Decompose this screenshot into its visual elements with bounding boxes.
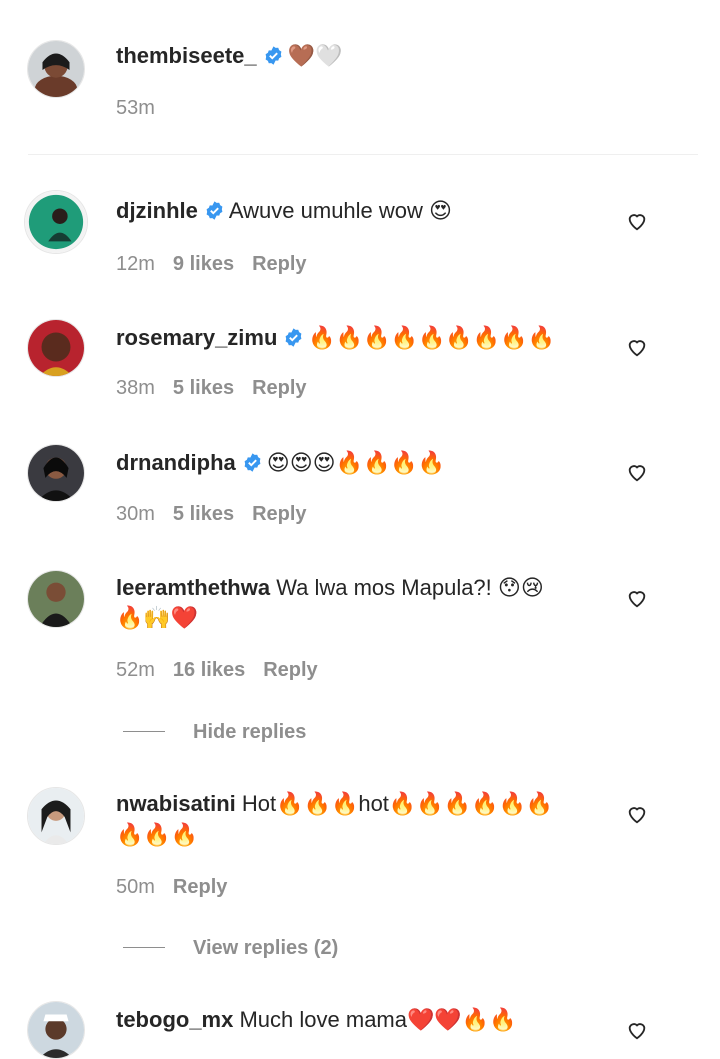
likes-count[interactable]: 9 likes bbox=[173, 253, 234, 275]
comment-text-continued: 🔥🙌❤️ bbox=[116, 603, 198, 633]
comment-meta: 12m 9 likes Reply bbox=[116, 253, 325, 276]
timestamp: 38m bbox=[116, 377, 155, 399]
comment-line: djzinhle Awuve umuhle wow 😍 bbox=[116, 196, 452, 226]
comment-text: Wa lwa mos Mapula?! 😯😢 bbox=[276, 575, 544, 600]
timestamp: 30m bbox=[116, 503, 155, 525]
comment-meta: 38m 5 likes Reply bbox=[116, 377, 325, 400]
view-replies-label: View replies (2) bbox=[193, 937, 339, 959]
avatar[interactable] bbox=[27, 570, 85, 628]
reply-button[interactable]: Reply bbox=[252, 377, 306, 399]
reply-button[interactable]: Reply bbox=[252, 503, 306, 525]
comment-row: tebogo_mx Much love mama❤️❤️🔥🔥 bbox=[0, 990, 720, 1059]
comment-text: Hot🔥🔥🔥hot🔥🔥🔥🔥🔥🔥 bbox=[241, 791, 554, 816]
avatar[interactable] bbox=[27, 40, 85, 98]
avatar[interactable] bbox=[27, 787, 85, 845]
avatar[interactable] bbox=[24, 190, 88, 254]
caption-row: thembiseete_ 🤎🤍 53m bbox=[0, 0, 720, 154]
caption-text: 🤎🤍 bbox=[287, 43, 343, 68]
heart-outline-icon[interactable] bbox=[626, 1019, 648, 1041]
username[interactable]: tebogo_mx bbox=[116, 1007, 233, 1032]
comment-text-line2: 🔥🔥🔥 bbox=[116, 822, 199, 847]
avatar[interactable] bbox=[27, 444, 85, 502]
comment-row: djzinhle Awuve umuhle wow 😍 12m 9 likes Rep… bbox=[0, 160, 720, 280]
comment-text-continued: 🔥🔥🔥 bbox=[116, 820, 198, 850]
avatar[interactable] bbox=[27, 1001, 85, 1059]
username[interactable]: nwabisatini bbox=[116, 791, 236, 816]
comment-text: Awuve umuhle wow 😍 bbox=[228, 198, 452, 223]
caption-meta: 53m bbox=[116, 97, 173, 120]
heart-outline-icon[interactable] bbox=[626, 336, 648, 358]
reply-button[interactable]: Reply bbox=[173, 876, 227, 898]
comment-line: tebogo_mx Much love mama❤️❤️🔥🔥 bbox=[116, 1005, 517, 1035]
verified-badge-icon bbox=[263, 45, 284, 66]
likes-count[interactable]: 16 likes bbox=[173, 659, 245, 681]
avatar[interactable] bbox=[27, 319, 85, 377]
comment-text-line2: 🔥🙌❤️ bbox=[116, 605, 199, 630]
verified-badge-icon bbox=[242, 452, 263, 473]
timestamp: 12m bbox=[116, 253, 155, 275]
username[interactable]: leeramthethwa bbox=[116, 575, 270, 600]
verified-badge-icon bbox=[283, 327, 304, 348]
comment-text: Much love mama❤️❤️🔥🔥 bbox=[239, 1007, 517, 1032]
likes-count[interactable]: 5 likes bbox=[173, 377, 234, 399]
comment-line: nwabisatini Hot🔥🔥🔥hot🔥🔥🔥🔥🔥🔥 bbox=[116, 789, 553, 819]
username[interactable]: drnandipha bbox=[116, 450, 236, 475]
heart-outline-icon[interactable] bbox=[626, 587, 648, 609]
comment-text: 🔥🔥🔥🔥🔥🔥🔥🔥🔥 bbox=[308, 325, 555, 350]
comment-line: rosemary_zimu 🔥🔥🔥🔥🔥🔥🔥🔥🔥 bbox=[116, 323, 555, 353]
hide-replies-button[interactable]: Hide replies bbox=[123, 721, 306, 744]
view-replies-button[interactable]: View replies (2) bbox=[123, 937, 338, 960]
divider bbox=[28, 154, 698, 155]
timestamp: 50m bbox=[116, 876, 155, 898]
reply-toggle-dash bbox=[123, 731, 165, 732]
comment-row: rosemary_zimu 🔥🔥🔥🔥🔥🔥🔥🔥🔥 38m 5 likes Reply bbox=[0, 285, 720, 405]
timestamp: 52m bbox=[116, 659, 155, 681]
comment-meta: 30m 5 likes Reply bbox=[116, 503, 325, 526]
comment-meta: 50m Reply bbox=[116, 876, 245, 899]
heart-outline-icon[interactable] bbox=[626, 210, 648, 232]
timestamp: 53m bbox=[116, 97, 155, 119]
heart-outline-icon[interactable] bbox=[626, 803, 648, 825]
username[interactable]: thembiseete_ bbox=[116, 43, 257, 68]
likes-count[interactable]: 5 likes bbox=[173, 503, 234, 525]
reply-toggle-dash bbox=[123, 947, 165, 948]
comment-line: drnandipha 😍😍😍🔥🔥🔥🔥 bbox=[116, 448, 445, 478]
comment-row: nwabisatini Hot🔥🔥🔥hot🔥🔥🔥🔥🔥🔥 🔥🔥🔥 50m Reply… bbox=[0, 770, 720, 985]
reply-button[interactable]: Reply bbox=[252, 253, 306, 275]
comment-row: leeramthethwa Wa lwa mos Mapula?! 😯😢 🔥🙌❤… bbox=[0, 535, 720, 765]
username[interactable]: djzinhle bbox=[116, 198, 198, 223]
comment-row: drnandipha 😍😍😍🔥🔥🔥🔥 30m 5 likes Reply bbox=[0, 410, 720, 530]
username[interactable]: rosemary_zimu bbox=[116, 325, 277, 350]
caption-line: thembiseete_ 🤎🤍 bbox=[116, 41, 342, 71]
comment-line: leeramthethwa Wa lwa mos Mapula?! 😯😢 bbox=[116, 573, 544, 603]
hide-replies-label: Hide replies bbox=[193, 721, 307, 743]
comment-meta: 52m 16 likes Reply bbox=[116, 659, 336, 682]
verified-badge-icon bbox=[204, 200, 225, 221]
comment-text: 😍😍😍🔥🔥🔥🔥 bbox=[266, 450, 446, 475]
heart-outline-icon[interactable] bbox=[626, 461, 648, 483]
reply-button[interactable]: Reply bbox=[263, 659, 317, 681]
